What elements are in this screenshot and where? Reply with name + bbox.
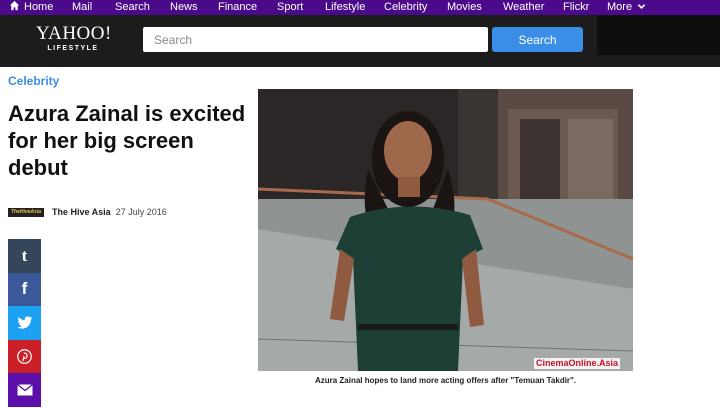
publish-date: 27 July 2016 [115, 207, 167, 217]
source-logo-text: TheHiveAsia [10, 209, 41, 215]
author-name[interactable]: The Hive Asia [52, 207, 111, 217]
photo-credit: CinemaOnline.Asia [534, 358, 621, 369]
byline: TheHiveAsia The Hive Asia 27 July 2016 [8, 205, 167, 219]
nav-news[interactable]: News [170, 0, 198, 15]
photo-caption: Azura Zainal hopes to land more acting o… [314, 376, 577, 385]
share-twitter-button[interactable] [8, 306, 41, 340]
logo-sub-text: LIFESTYLE [47, 45, 99, 52]
share-tumblr-button[interactable]: t [8, 239, 41, 273]
pinterest-icon [17, 348, 32, 364]
nav-more[interactable]: More [607, 0, 646, 15]
nav-celebrity[interactable]: Celebrity [384, 0, 427, 15]
article-photo[interactable] [258, 89, 633, 371]
share-facebook-button[interactable]: f [8, 272, 41, 306]
share-bar: t f [8, 239, 41, 407]
nav-more-label: More [607, 1, 633, 13]
logo-main-text: YAHOO! [36, 23, 112, 44]
article-headline: Azura Zainal is excited for her big scre… [8, 101, 246, 180]
share-mail-button[interactable] [8, 373, 41, 407]
nav-finance[interactable]: Finance [218, 0, 257, 15]
twitter-icon [16, 316, 32, 329]
nav-mail[interactable]: Mail [72, 0, 92, 15]
source-logo: TheHiveAsia [8, 207, 44, 217]
nav-sport[interactable]: Sport [277, 0, 303, 15]
page: Home Mail Search News Finance Sport Life… [0, 0, 720, 408]
top-nav-bar: Home Mail Search News Finance Sport Life… [0, 0, 720, 15]
nav-search[interactable]: Search [115, 0, 150, 15]
home-icon [9, 0, 20, 11]
header-bar: YAHOO! LIFESTYLE Search [0, 15, 720, 67]
nav-movies[interactable]: Movies [447, 0, 482, 15]
tumblr-icon: t [21, 245, 28, 265]
facebook-icon: f [21, 279, 28, 299]
chevron-down-icon [637, 4, 646, 9]
nav-lifestyle[interactable]: Lifestyle [325, 0, 365, 15]
search-button[interactable]: Search [492, 27, 583, 52]
category-link[interactable]: Celebrity [8, 74, 59, 88]
share-pinterest-button[interactable] [8, 339, 41, 373]
yahoo-lifestyle-logo[interactable]: YAHOO! LIFESTYLE [36, 23, 112, 60]
article-photo-illustration [258, 89, 633, 371]
nav-flickr[interactable]: Flickr [563, 0, 589, 15]
nav-home-label: Home [24, 1, 54, 13]
nav-home[interactable]: Home [9, 0, 53, 15]
envelope-icon [16, 383, 33, 396]
nav-weather[interactable]: Weather [503, 0, 544, 15]
header-ad-banner[interactable] [597, 15, 720, 55]
search-input[interactable] [143, 27, 488, 52]
